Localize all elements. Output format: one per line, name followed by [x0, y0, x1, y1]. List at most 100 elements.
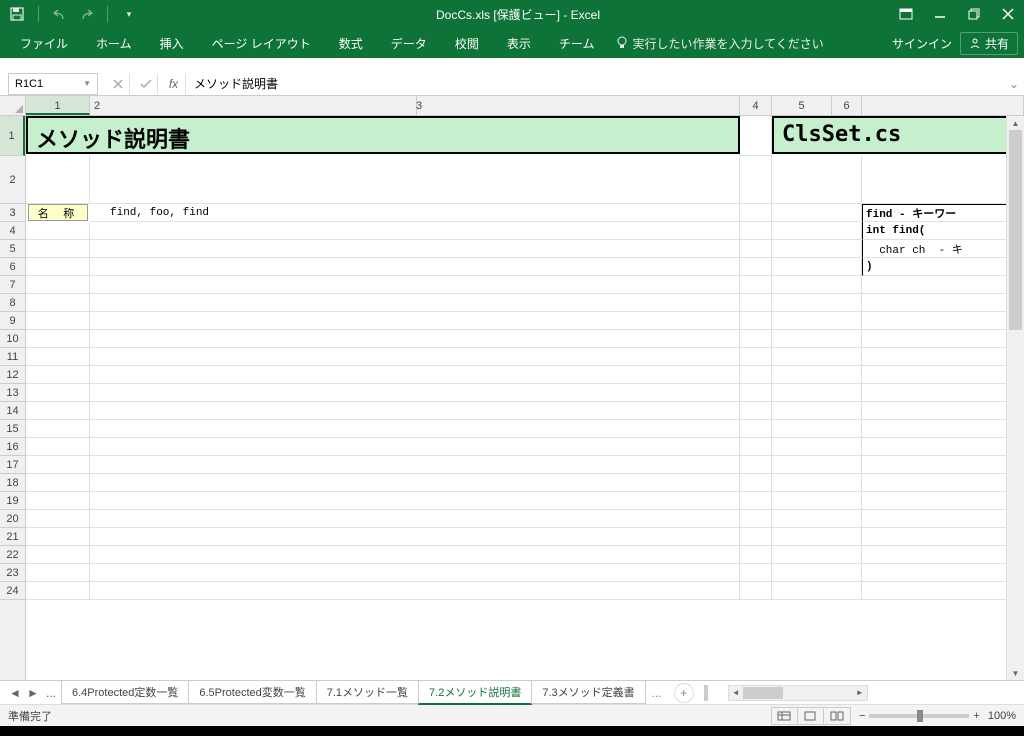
scroll-up-icon[interactable]: ▲: [1007, 116, 1024, 130]
cell-blank[interactable]: [26, 402, 90, 420]
cell-blank[interactable]: [90, 582, 740, 600]
tab-nav-prev-icon[interactable]: ►: [26, 686, 40, 700]
col-header-2[interactable]: 2: [90, 96, 740, 115]
tab-nav-first-icon[interactable]: ◄: [8, 686, 22, 700]
cell-blank[interactable]: [862, 420, 1022, 438]
row-header-7[interactable]: 7: [0, 276, 25, 294]
row-header-21[interactable]: 21: [0, 528, 25, 546]
zoom-thumb[interactable]: [917, 710, 923, 722]
cell-blank[interactable]: [90, 294, 740, 312]
vscroll-thumb[interactable]: [1009, 130, 1022, 330]
tab-formulas[interactable]: 数式: [325, 29, 377, 58]
cell-blank[interactable]: [740, 312, 772, 330]
sheet-tab-0[interactable]: 6.4Protected定数一覧: [61, 681, 189, 704]
col-header-1[interactable]: 1: [26, 96, 90, 115]
chevron-down-icon[interactable]: ▼: [83, 79, 91, 88]
cell-blank[interactable]: [862, 294, 1022, 312]
cell-blank[interactable]: [740, 276, 772, 294]
row-header-14[interactable]: 14: [0, 402, 25, 420]
cell-blank[interactable]: [862, 348, 1022, 366]
cell-blank[interactable]: [862, 366, 1022, 384]
cell-blank[interactable]: [862, 438, 1022, 456]
cell-blank[interactable]: [862, 384, 1022, 402]
cell-blank[interactable]: [772, 492, 862, 510]
cell-blank[interactable]: [772, 474, 862, 492]
cell-title-method[interactable]: メソッド説明書: [26, 116, 740, 154]
cell-blank[interactable]: [26, 276, 90, 294]
share-button[interactable]: 共有: [960, 32, 1018, 55]
cell-blank[interactable]: [772, 366, 862, 384]
cell-blank[interactable]: [862, 474, 1022, 492]
cell-blank[interactable]: [740, 384, 772, 402]
scroll-down-icon[interactable]: ▼: [1007, 666, 1024, 680]
view-normal-icon[interactable]: [772, 708, 798, 724]
cell-blank[interactable]: [772, 456, 862, 474]
cell-blank[interactable]: [862, 402, 1022, 420]
cell-blank[interactable]: [862, 276, 1022, 294]
row-header-20[interactable]: 20: [0, 510, 25, 528]
cell-blank[interactable]: [772, 438, 862, 456]
vertical-scrollbar[interactable]: ▲ ▼: [1006, 116, 1024, 680]
cell-blank[interactable]: [772, 564, 862, 582]
cell-blank[interactable]: [26, 456, 90, 474]
cell-r4c6[interactable]: int find(: [862, 222, 1022, 240]
cell-blank[interactable]: [26, 474, 90, 492]
cell-blank[interactable]: [740, 438, 772, 456]
row-header-10[interactable]: 10: [0, 330, 25, 348]
zoom-in-icon[interactable]: +: [973, 710, 979, 722]
cell-blank[interactable]: [26, 564, 90, 582]
cell-blank[interactable]: [772, 294, 862, 312]
tab-home[interactable]: ホーム: [82, 29, 146, 58]
row-header-15[interactable]: 15: [0, 420, 25, 438]
row-header-17[interactable]: 17: [0, 456, 25, 474]
redo-icon[interactable]: [77, 5, 95, 23]
cell-r3c6[interactable]: find - キーワー: [862, 204, 1022, 222]
cell-blank[interactable]: [740, 474, 772, 492]
cell-blank[interactable]: [772, 402, 862, 420]
cell-blank[interactable]: [740, 582, 772, 600]
cell-blank[interactable]: [26, 348, 90, 366]
row-header-2[interactable]: 2: [0, 156, 25, 204]
hscroll-thumb[interactable]: [743, 687, 783, 699]
cell-blank[interactable]: [772, 510, 862, 528]
cell-blank[interactable]: [26, 366, 90, 384]
cell-blank[interactable]: [26, 528, 90, 546]
cell-blank[interactable]: [740, 348, 772, 366]
view-pagelayout-icon[interactable]: [798, 708, 824, 724]
cell-blank[interactable]: [740, 528, 772, 546]
cell-blank[interactable]: [862, 456, 1022, 474]
restore-icon[interactable]: [966, 6, 982, 22]
signin-link[interactable]: サインイン: [892, 35, 952, 52]
cell-blank[interactable]: [90, 384, 740, 402]
ribbon-display-icon[interactable]: [898, 6, 914, 22]
cell-blank[interactable]: [862, 528, 1022, 546]
cell-blank[interactable]: [90, 528, 740, 546]
cell-blank[interactable]: [772, 546, 862, 564]
cell-blank[interactable]: [26, 582, 90, 600]
scroll-left-icon[interactable]: ◄: [729, 686, 743, 700]
tab-split-handle[interactable]: [704, 685, 708, 701]
cell-blank[interactable]: [26, 384, 90, 402]
col-header-3[interactable]: 3: [416, 96, 417, 116]
cell-blank[interactable]: [90, 474, 740, 492]
cell-grid[interactable]: メソッド説明書 ClsSet.cs 名 称 find, foo, find fi…: [26, 116, 1006, 680]
cell-r5c6[interactable]: char ch - キ: [862, 240, 1022, 258]
qat-customize-icon[interactable]: ▾: [120, 5, 138, 23]
row-header-18[interactable]: 18: [0, 474, 25, 492]
row-header-22[interactable]: 22: [0, 546, 25, 564]
scroll-right-icon[interactable]: ►: [853, 686, 867, 700]
cell-blank[interactable]: [90, 420, 740, 438]
cell-blank[interactable]: [862, 492, 1022, 510]
row-header-4[interactable]: 4: [0, 222, 25, 240]
row-header-24[interactable]: 24: [0, 582, 25, 600]
cell-blank[interactable]: [90, 330, 740, 348]
cell-blank[interactable]: [740, 366, 772, 384]
cell-blank[interactable]: [772, 582, 862, 600]
cell-blank[interactable]: [740, 330, 772, 348]
cell-blank[interactable]: [90, 402, 740, 420]
col-header-6[interactable]: 6: [832, 96, 862, 115]
col-header-5[interactable]: 5: [772, 96, 832, 115]
cell-blank[interactable]: [740, 546, 772, 564]
cell-blank[interactable]: [26, 546, 90, 564]
cell-label-name[interactable]: 名 称: [28, 204, 88, 221]
